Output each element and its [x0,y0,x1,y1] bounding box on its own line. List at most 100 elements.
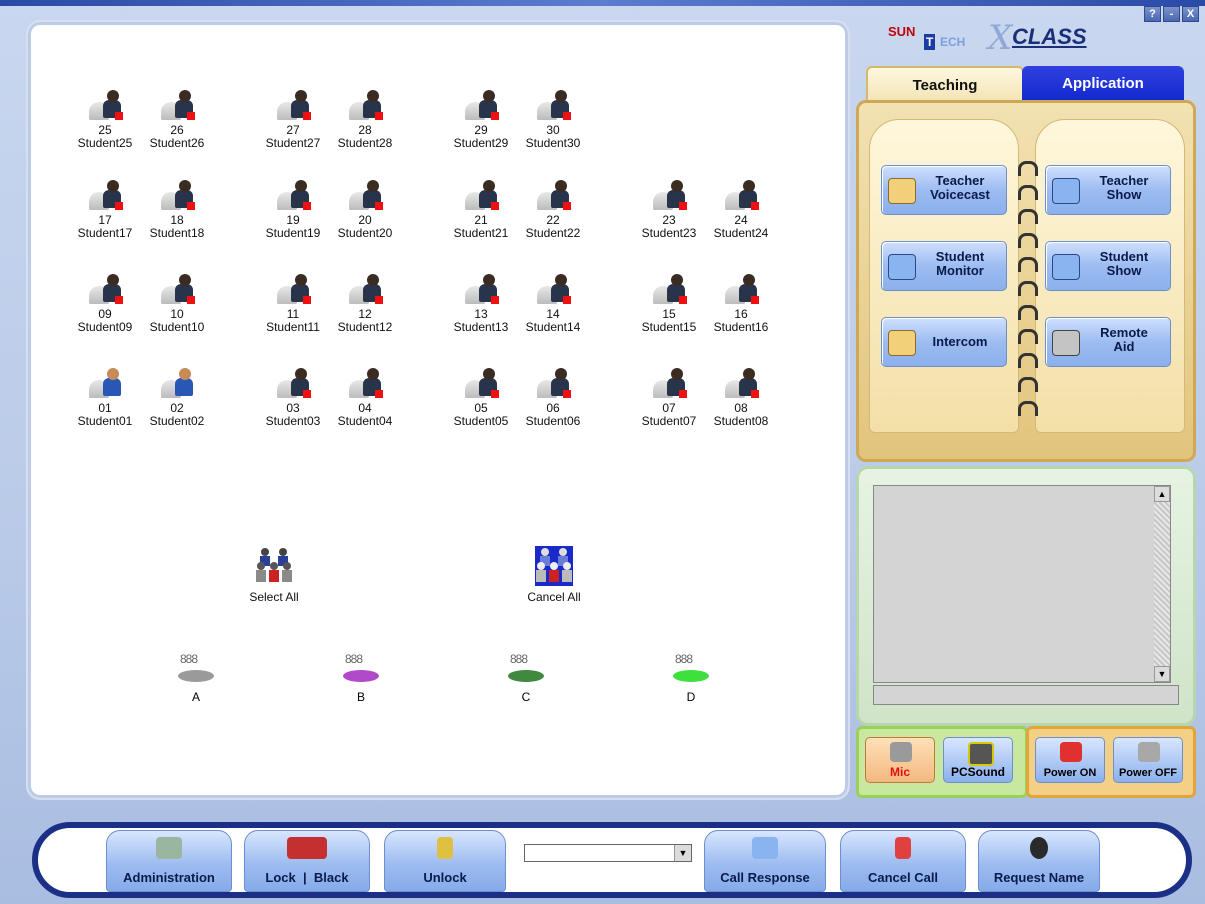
close-button[interactable]: X [1182,6,1199,22]
student-seat[interactable]: 01 Student01 [69,366,141,428]
power-on-icon [1060,742,1082,762]
unlock-button[interactable]: Unlock [384,830,506,892]
student-pc-icon [345,366,385,400]
student-seat[interactable]: 03 Student03 [257,366,329,428]
logo-x-mark: X [988,18,1013,58]
help-button[interactable]: ? [1144,6,1161,22]
student-name: Student29 [453,136,509,150]
mic-button[interactable]: Mic [865,737,935,783]
student-seat[interactable]: 04 Student04 [329,366,401,428]
student-pc-icon [649,366,689,400]
student-pc-icon [273,272,313,306]
cancel-all-button[interactable]: Cancel All [518,546,590,604]
student-seat[interactable]: 20 Student20 [329,178,401,240]
message-input[interactable] [873,685,1179,705]
tab-application[interactable]: Application [1022,66,1184,102]
student-seat[interactable]: 28 Student28 [329,88,401,150]
power-off-icon [1138,742,1160,762]
student-seat[interactable]: 18 Student18 [141,178,213,240]
chevron-down-icon[interactable]: ▼ [674,845,691,861]
teacher-show-button[interactable]: Teacher Show [1045,165,1171,215]
student-pc-icon [157,178,197,212]
book-ring-icon [1018,161,1038,176]
student-seat[interactable]: 12 Student12 [329,272,401,334]
top-accent-bar [0,0,1205,6]
student-seat[interactable]: 07 Student07 [633,366,705,428]
pcsound-button[interactable]: PCSound [943,737,1013,783]
remote-aid-icon [1052,330,1080,356]
message-scrollbar[interactable] [1154,486,1170,682]
book-ring-icon [1018,209,1038,224]
student-seat[interactable]: 09 Student09 [69,272,141,334]
lock-black-button[interactable]: Lock | Black [244,830,370,892]
power-off-button[interactable]: Power OFF [1113,737,1183,783]
logo-tech-text: T [924,34,936,50]
administration-label: Administration [123,870,215,885]
student-pc-icon [85,272,125,306]
student-pc-icon [461,88,501,122]
student-seat[interactable]: 29 Student29 [445,88,517,150]
student-seat[interactable]: 02 Student02 [141,366,213,428]
select-all-label: Select All [249,590,299,604]
black-label[interactable]: Black [314,870,349,885]
student-seat[interactable]: 22 Student22 [517,178,589,240]
student-seat[interactable]: 19 Student19 [257,178,329,240]
student-pc-icon [461,178,501,212]
select-all-button[interactable]: Select All [238,546,310,604]
power-on-button[interactable]: Power ON [1035,737,1105,783]
student-seat[interactable]: 13 Student13 [445,272,517,334]
student-monitor-button[interactable]: Student Monitor [881,241,1007,291]
minimize-button[interactable]: - [1163,6,1180,22]
sound-controls: Mic PCSound [856,726,1028,798]
student-seat[interactable]: 27 Student27 [257,88,329,150]
intercom-label: Intercom [932,334,988,349]
student-seat[interactable]: 21 Student21 [445,178,517,240]
student-pc-icon [273,88,313,122]
student-pc-icon [157,366,197,400]
student-name: Student23 [641,226,697,240]
student-seat[interactable]: 06 Student06 [517,366,589,428]
student-name: Student27 [265,136,321,150]
student-seat[interactable]: 26 Student26 [141,88,213,150]
student-seat[interactable]: 10 Student10 [141,272,213,334]
student-seat[interactable]: 30 Student30 [517,88,589,150]
lock-label[interactable]: Lock [265,870,295,885]
group-button-b[interactable]: B [331,652,391,704]
student-show-button[interactable]: Student Show [1045,241,1171,291]
student-seat[interactable]: 23 Student23 [633,178,705,240]
student-seat[interactable]: 14 Student14 [517,272,589,334]
student-name: Student25 [77,136,133,150]
cancel-call-button[interactable]: Cancel Call [840,830,966,892]
student-seat[interactable]: 17 Student17 [69,178,141,240]
student-seat[interactable]: 16 Student16 [705,272,777,334]
student-seat[interactable]: 15 Student15 [633,272,705,334]
message-log[interactable]: ▲ ▼ [873,485,1171,683]
scroll-down-icon[interactable]: ▼ [1154,666,1170,682]
tab-teaching[interactable]: Teaching [866,66,1024,104]
student-name: Student11 [266,320,320,334]
administration-button[interactable]: Administration [106,830,232,892]
logo-class-text: CLASS [1012,24,1087,49]
teacher-voicecast-button[interactable]: Teacher Voicecast [881,165,1007,215]
call-response-icon [752,837,778,859]
student-seat[interactable]: 25 Student25 [69,88,141,150]
group-button-c[interactable]: C [496,652,556,704]
group-button-a[interactable]: A [166,652,226,704]
intercom-button[interactable]: Intercom [881,317,1007,367]
student-pc-icon [721,272,761,306]
book-ring-icon [1018,329,1038,344]
remote-aid-button[interactable]: Remote Aid [1045,317,1171,367]
request-name-button[interactable]: Request Name [978,830,1100,892]
student-seat[interactable]: 05 Student05 [445,366,517,428]
group-select-dropdown[interactable]: ▼ [524,844,692,862]
student-name: Student07 [641,414,697,428]
student-seat[interactable]: 24 Student24 [705,178,777,240]
student-pc-icon [649,272,689,306]
scroll-up-icon[interactable]: ▲ [1154,486,1170,502]
group-button-d[interactable]: D [661,652,721,704]
remote-aid-line2: Aid [1113,339,1135,354]
student-seat[interactable]: 11 Student11 [257,272,329,334]
student-monitor-line1: Student [935,249,985,264]
call-response-button[interactable]: Call Response [704,830,826,892]
student-seat[interactable]: 08 Student08 [705,366,777,428]
